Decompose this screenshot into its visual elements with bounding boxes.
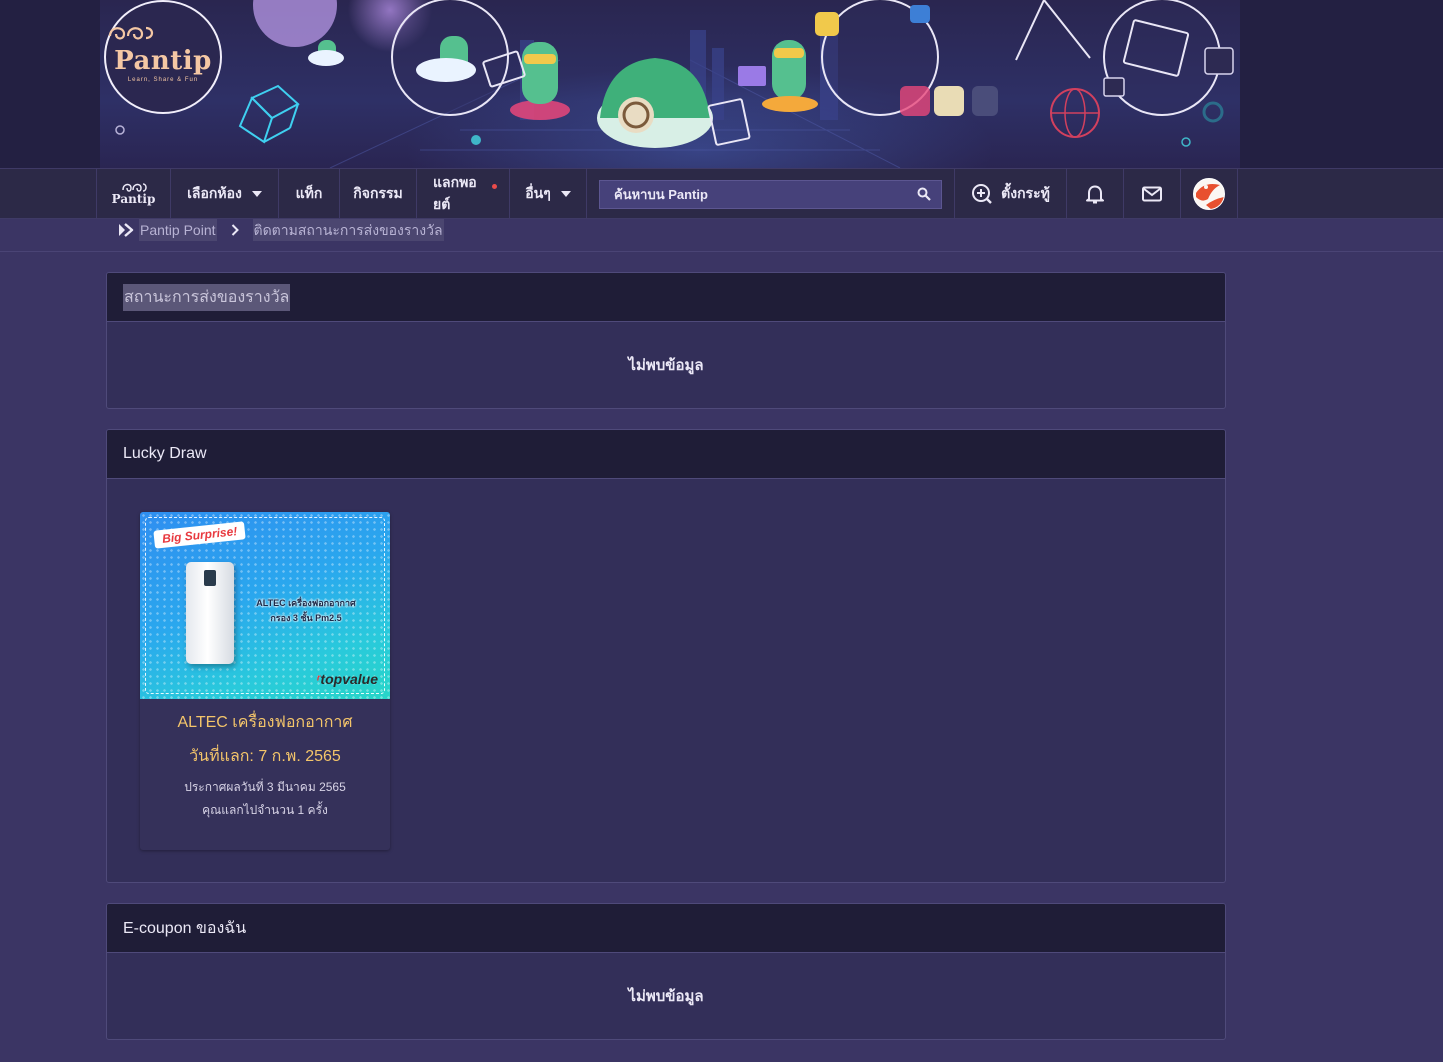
search-area xyxy=(586,169,954,219)
breadcrumb-home-icon xyxy=(119,223,134,237)
breadcrumb-current: ติดตามสถานะการส่งของรางวัล xyxy=(252,219,444,241)
prize-image: Big Surprise! ALTEC เครื่องฟอกอากาศ กรอง… xyxy=(140,512,390,699)
nav-choose-room[interactable]: เลือกห้อง xyxy=(170,169,278,219)
pantip-logo[interactable]: Pantip Learn, Share & Fun xyxy=(104,0,222,114)
search-input[interactable] xyxy=(614,186,917,202)
nav-home-logo[interactable]: Pantip xyxy=(96,169,170,219)
search-icon[interactable] xyxy=(917,187,931,201)
notification-dot xyxy=(492,184,497,189)
nav-divider xyxy=(1237,169,1238,219)
avatar xyxy=(1193,178,1225,210)
empty-state: ไม่พบข้อมูล xyxy=(107,322,1225,408)
prize-image-text-1: ALTEC เครื่องฟอกอากาศ xyxy=(256,598,356,608)
messages-button[interactable] xyxy=(1123,169,1180,219)
nav-redeem-points-label: แลกพอยต์ xyxy=(433,174,477,212)
nav-activity[interactable]: กิจกรรม xyxy=(339,169,416,219)
nav-redeem-points[interactable]: แลกพอยต์ xyxy=(416,169,509,219)
prize-status-title: สถานะการส่งของรางวัล xyxy=(123,283,291,311)
top-nav: Pantip เลือกห้อง แท็ก กิจกรรม แลกพอยต์ อ… xyxy=(0,168,1443,219)
bell-icon xyxy=(1086,185,1104,204)
nav-tag-label: แท็ก xyxy=(295,185,323,201)
prize-status-panel: สถานะการส่งของรางวัล ไม่พบข้อมูล xyxy=(106,272,1226,409)
nav-more[interactable]: อื่นๆ xyxy=(509,169,586,219)
panel-header: Lucky Draw xyxy=(107,430,1225,479)
breadcrumb: Pantip Point ติดตามสถานะการส่งของรางวัล xyxy=(0,219,1443,252)
empty-state: ไม่พบข้อมูล xyxy=(107,953,1225,1039)
air-purifier-image xyxy=(186,562,234,664)
redeem-count: คุณแลกไปจำนวน 1 ครั้ง xyxy=(202,803,328,817)
chevron-down-icon xyxy=(560,191,571,197)
ecoupon-title: E-coupon ของฉัน xyxy=(123,919,247,937)
nav-logo-text: Pantip xyxy=(111,192,156,206)
ecoupon-panel: E-coupon ของฉัน ไม่พบข้อมูล xyxy=(106,903,1226,1040)
prize-image-text-2: กรอง 3 ชั้น Pm2.5 xyxy=(270,613,342,623)
panel-header: E-coupon ของฉัน xyxy=(107,904,1225,953)
pantip-logo-icon xyxy=(108,26,154,40)
panel-header: สถานะการส่งของรางวัล xyxy=(107,273,1225,322)
chevron-right-icon xyxy=(231,224,239,236)
mail-icon xyxy=(1142,186,1162,202)
nav-choose-room-label: เลือกห้อง xyxy=(187,185,242,201)
create-topic-icon xyxy=(972,184,993,204)
logo-tagline: Learn, Share & Fun xyxy=(127,76,199,83)
prize-title: ALTEC เครื่องฟอกอากาศ xyxy=(177,714,353,731)
create-topic-button[interactable]: ตั้งกระทู้ xyxy=(954,169,1066,219)
nav-activity-label: กิจกรรม xyxy=(353,185,403,201)
breadcrumb-pantip-point[interactable]: Pantip Point xyxy=(139,219,217,241)
topvalue-logo: ʳtopvalue xyxy=(316,671,379,687)
empty-state-text: ไม่พบข้อมูล xyxy=(628,357,704,374)
prize-image-brand: topvalue xyxy=(320,671,378,687)
create-topic-label: ตั้งกระทู้ xyxy=(1001,185,1050,201)
lucky-draw-card[interactable]: Big Surprise! ALTEC เครื่องฟอกอากาศ กรอง… xyxy=(140,512,390,850)
notifications-button[interactable] xyxy=(1066,169,1123,219)
chevron-down-icon xyxy=(251,191,262,197)
nav-tag[interactable]: แท็ก xyxy=(278,169,339,219)
search-box xyxy=(599,179,942,209)
redeem-date: วันที่แลก: 7 ก.พ. 2565 xyxy=(189,748,341,765)
announce-date: ประกาศผลวันที่ 3 มีนาคม 2565 xyxy=(184,780,346,794)
lucky-draw-panel: Lucky Draw Big Surprise! ALTEC เครื่องฟอ… xyxy=(106,429,1226,883)
banner-decoration xyxy=(115,0,1234,168)
empty-state-text: ไม่พบข้อมูล xyxy=(628,988,704,1005)
lucky-draw-title: Lucky Draw xyxy=(123,445,207,462)
logo-text: Pantip xyxy=(114,45,212,76)
profile-button[interactable] xyxy=(1180,169,1237,219)
nav-more-label: อื่นๆ xyxy=(525,185,551,201)
header-banner: Pantip Learn, Share & Fun xyxy=(0,0,1443,168)
avatar-image xyxy=(1194,179,1224,209)
